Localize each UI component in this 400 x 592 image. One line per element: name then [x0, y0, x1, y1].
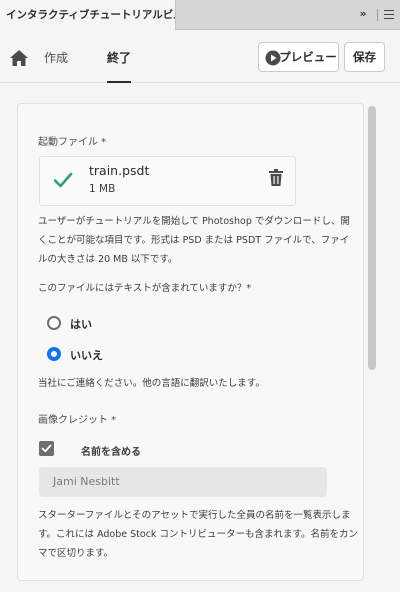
header: 作成 終了 プレビュー 保存	[0, 31, 400, 83]
active-tab-indicator	[107, 81, 132, 83]
divider	[377, 9, 378, 21]
tab-done-label: 終了	[107, 51, 132, 65]
panel-tab-bar: インタラクティブチュートリアルビルダー »	[0, 0, 400, 30]
radio-no-label[interactable]: いいえ	[70, 347, 103, 363]
text-question-label: このファイルにはテキストが含まれていますか？*	[38, 283, 252, 294]
collapse-panel-icon[interactable]: »	[356, 7, 370, 21]
panel-tab-title[interactable]: インタラクティブチュートリアルビルダー	[0, 0, 176, 30]
include-name-label[interactable]: 名前を含める	[81, 443, 141, 458]
file-item: train.psdt 1 MB	[39, 156, 296, 206]
checkbox-check-icon	[41, 444, 52, 453]
file-size: 1 MB	[89, 183, 116, 195]
image-credit-label: 画像クレジット *	[38, 415, 117, 426]
start-file-description: ユーザーがチュートリアルを開始して Photoshop でダウンロードし、開くこ…	[38, 216, 350, 265]
scrollbar-thumb[interactable]	[368, 106, 376, 370]
radio-yes[interactable]	[47, 316, 61, 330]
play-icon	[265, 50, 281, 66]
checkmark-icon	[53, 172, 73, 188]
contact-note: 当社にご連絡ください。他の言語に翻訳いたします。	[38, 378, 265, 389]
file-name: train.psdt	[89, 163, 150, 178]
trash-icon[interactable]	[268, 169, 284, 187]
tab-create-label: 作成	[44, 51, 69, 65]
preview-button[interactable]: プレビュー	[258, 42, 339, 72]
start-file-label: 起動ファイル *	[38, 137, 107, 148]
tab-done[interactable]: 終了	[107, 49, 132, 83]
save-button[interactable]: 保存	[344, 42, 385, 72]
include-name-checkbox[interactable]	[39, 441, 54, 456]
credit-description: スターターファイルとそのアセットで実行した全員の名前を一覧表示します。これには …	[38, 510, 359, 559]
credit-name-input[interactable]: Jami Nesbitt	[39, 467, 327, 497]
radio-yes-label[interactable]: はい	[70, 316, 92, 332]
radio-no[interactable]	[47, 347, 61, 361]
tab-create[interactable]: 作成	[44, 49, 68, 83]
preview-button-label: プレビュー	[279, 50, 337, 64]
panel-menu-icon[interactable]	[384, 10, 394, 19]
home-icon[interactable]	[9, 49, 29, 67]
